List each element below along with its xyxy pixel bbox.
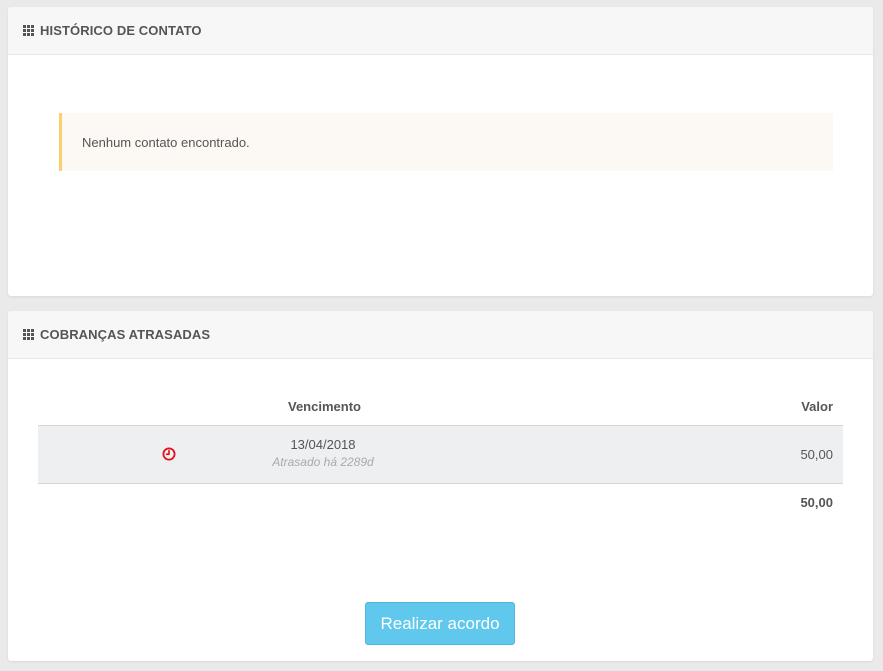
contact-history-panel: HISTÓRICO DE CONTATO Nenhum contato enco… (8, 7, 873, 296)
no-contact-alert: Nenhum contato encontrado. (59, 113, 833, 171)
column-header-value: Valor (801, 399, 833, 414)
no-contact-alert-text: Nenhum contato encontrado. (82, 134, 250, 150)
overdue-charges-title: COBRANÇAS ATRASADAS (40, 327, 211, 342)
late-days-text: Atrasado há 2289d (272, 455, 374, 469)
make-agreement-button[interactable]: Realizar acordo (365, 602, 515, 645)
table-header: Vencimento Valor (38, 391, 843, 425)
grid-icon (23, 329, 34, 340)
total-value: 50,00 (800, 495, 833, 510)
grid-icon (23, 25, 34, 36)
clock-icon (162, 447, 176, 461)
due-date-cell: 13/04/2018 Atrasado há 2289d (238, 437, 408, 469)
table-row: 13/04/2018 Atrasado há 2289d 50,00 (38, 425, 843, 484)
overdue-charges-panel: COBRANÇAS ATRASADAS Vencimento Valor 13/… (8, 311, 873, 661)
row-value: 50,00 (800, 447, 833, 462)
due-date: 13/04/2018 (290, 437, 356, 452)
column-header-due-date: Vencimento (288, 399, 361, 414)
total-row: 50,00 (38, 484, 843, 522)
contact-history-header: HISTÓRICO DE CONTATO (8, 7, 873, 55)
overdue-charges-table: Vencimento Valor 13/04/2018 Atrasado há … (38, 391, 843, 522)
overdue-charges-header: COBRANÇAS ATRASADAS (8, 311, 873, 359)
contact-history-title: HISTÓRICO DE CONTATO (40, 23, 202, 38)
